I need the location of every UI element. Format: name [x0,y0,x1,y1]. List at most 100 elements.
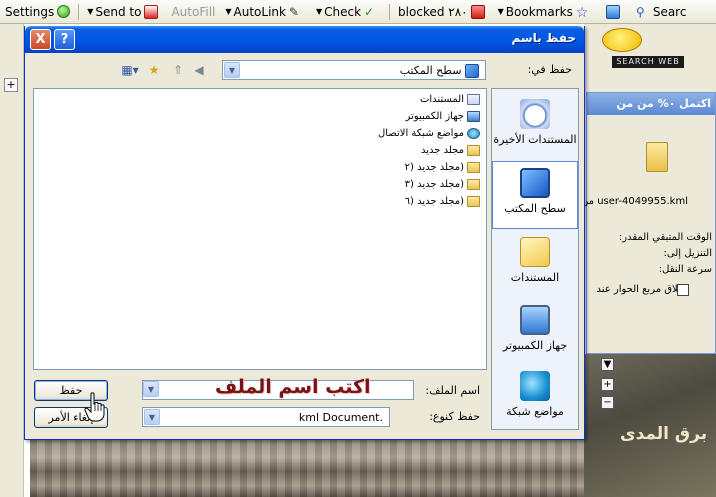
autolink-label: AutoLink [233,4,286,19]
place-recent-documents[interactable]: المستندات الأخيرة [492,93,578,161]
settings-button[interactable]: Settings [0,1,75,23]
search-button[interactable]: ⚲ Searc [628,1,692,23]
list-item[interactable]: المستندات [420,92,480,107]
desktop-icon [465,64,479,78]
folder-icon [467,162,480,173]
folder-icon [467,145,480,156]
place-label: سطح المكتب [504,202,566,215]
close-when-done-label: إغلاق مربع الحوار عند [596,284,686,295]
list-item-label: مجلد جديد [420,145,464,156]
bookmarks-button[interactable]: ▼ Bookmarks ☆ [493,1,598,23]
filename-annotation: اكتب اسم الملف [215,376,371,398]
list-item[interactable]: (مجلد جديد (٦ [405,194,480,209]
download-progress-panel: اكتمل ٠% من من [586,92,716,354]
toolbar-divider [78,3,80,20]
map-place-label: برق المدى [620,424,708,444]
bookmarks-label: Bookmarks [505,4,573,19]
chevron-down-icon[interactable]: ▼ [144,409,160,425]
filename-dropdown-button[interactable]: ▼ [142,380,160,400]
chevron-down-icon: ▼ [143,381,159,397]
list-item-label: جهاز الكمبيوتر [405,111,464,122]
dialog-titlebar[interactable]: X ? حفظ باسم [25,26,584,53]
place-documents[interactable]: المستندات [492,231,578,299]
send-to-label: Send to [95,4,142,19]
spellcheck-icon: ✓ [364,4,375,19]
back-button[interactable]: ◀ [191,62,207,78]
save-as-dialog: X ? حفظ باسم حفظ في: ▼ سطح المكتب ◀ ⇑ ★ … [24,26,585,440]
search-label: Searc [652,4,687,19]
place-my-computer[interactable]: جهاز الكمبيوتر [492,299,578,367]
chevron-down-icon[interactable]: ▼ [224,62,240,78]
list-item[interactable]: مواضع شبكة الاتصال [378,126,480,141]
views-menu-button[interactable]: ▦▾ [119,62,141,78]
transfer-rate-label: سرعة النقل: [658,264,712,275]
download-panel-title: اكتمل ٠% من من [587,93,715,115]
autofill-label: AutoFill [171,4,216,19]
messenger-button[interactable] [598,1,628,23]
save-in-text: سطح المكتب [399,64,462,77]
map-pan-down-button[interactable]: ▼ [601,358,614,371]
hand-cursor-icon [84,392,105,422]
place-network[interactable]: مواضع شبكة [492,365,578,433]
save-in-label: حفظ في: [527,63,572,76]
list-item[interactable]: جهاز الكمبيوتر [406,109,480,124]
filetype-value: .kml Document [298,411,383,424]
send-to-button[interactable]: ▼ Send to [82,1,166,23]
save-in-dropdown[interactable]: ▼ سطح المكتب [222,60,486,80]
chevron-down-icon: ▼ [315,7,323,16]
my-computer-icon [467,111,480,122]
help-button[interactable]: ? [54,29,75,50]
place-label: جهاز الكمبيوتر [502,339,568,352]
list-item[interactable]: (مجلد جديد (٢ [405,160,480,175]
folder-icon [646,142,668,172]
list-item[interactable]: (مجلد جديد (٣ [405,177,480,192]
expand-button[interactable]: + [4,78,18,92]
places-bar: المستندات الأخيرة سطح المكتب المستندات ج… [491,88,579,430]
list-item-label: المستندات [419,94,464,105]
new-folder-button[interactable]: ★ [146,62,162,78]
documents-icon [520,237,550,267]
chevron-down-icon: ▼ [87,7,94,16]
network-places-icon [520,371,550,401]
chevron-down-icon: ▼ [497,7,504,16]
filename-label: اسم الملف: [425,384,480,397]
download-file-name: user-4049955.kml من [581,196,688,207]
folder-icon [467,179,480,190]
documents-folder-icon [467,94,480,105]
save-in-value: سطح المكتب [400,64,479,78]
zoom-in-button[interactable]: + [601,378,614,391]
autolink-button[interactable]: ▼ AutoLink ✎ [220,1,311,23]
back-arrow-icon: ◀ [194,63,204,77]
star-icon: ☆ [575,4,589,21]
time-remaining-label: الوقت المتبقي المقدر: [618,232,712,243]
download-to-label: التنزيل إلى: [663,248,712,259]
filetype-dropdown[interactable]: ▼ .kml Document [142,407,390,427]
check-button[interactable]: ▼ Check ✓ [311,1,386,23]
search-web-box[interactable]: SEARCH WEB [612,56,684,68]
desktop-icon [520,168,550,198]
list-item[interactable]: مجلد جديد [421,143,480,158]
network-places-icon [467,128,480,139]
list-item-label: (مجلد جديد (٣ [404,179,464,190]
smiley-icon[interactable] [602,28,642,52]
up-folder-button[interactable]: ⇑ [170,62,186,78]
close-button[interactable]: X [30,29,51,50]
recent-documents-icon [520,99,550,129]
list-item-label: (مجلد جديد (٦ [404,196,464,207]
up-folder-icon: ⇑ [172,63,184,77]
popup-blocker-icon [470,4,485,19]
check-label: Check [324,4,362,19]
close-when-done-checkbox[interactable] [677,284,689,296]
zoom-out-button[interactable]: − [601,396,614,409]
popup-blocker-button[interactable]: blocked ٢٨٠ [393,1,493,23]
close-icon: X [35,32,46,47]
messenger-icon [605,4,620,19]
autofill-button[interactable]: AutoFill [166,1,220,23]
left-browser-pane: + [0,24,24,497]
chevron-down-icon: ▼ [225,7,232,16]
place-desktop[interactable]: سطح المكتب [492,161,578,229]
file-list[interactable]: المستندات جهاز الكمبيوتر مواضع شبكة الات… [33,88,487,370]
blocked-count-label: blocked ٢٨٠ [398,4,468,19]
place-label: المستندات [510,271,560,284]
browser-toolbar: Settings ▼ Send to AutoFill ▼ AutoLink ✎… [0,0,716,24]
